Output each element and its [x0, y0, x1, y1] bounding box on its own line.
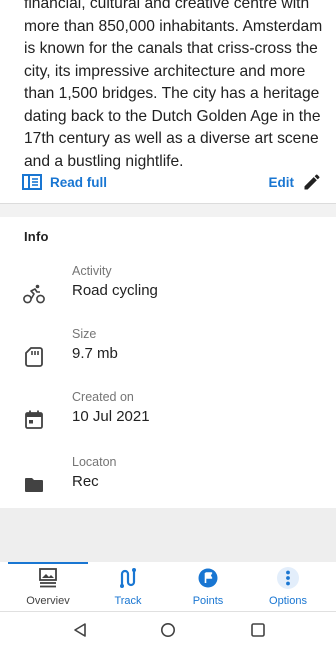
tab-label: Track [114, 595, 142, 607]
folder-icon [25, 478, 43, 492]
info-row-activity: Activity Road cycling [0, 264, 336, 314]
info-value: 10 Jul 2021 [72, 408, 150, 425]
edit-label: Edit [268, 174, 295, 190]
overview-icon [39, 568, 57, 588]
description-line: and a bustling nightlife. [24, 152, 184, 170]
tab-track[interactable]: Track [88, 562, 168, 612]
info-label: Locaton [72, 455, 117, 469]
info-value: Rec [72, 473, 99, 490]
description-line: is known for the canals that criss-cross… [24, 40, 318, 57]
tab-label: Options [269, 595, 307, 607]
description-line: than 1,500 bridges. The city has a herit… [24, 85, 320, 102]
section-divider [0, 203, 336, 217]
more-vert-icon [277, 567, 299, 589]
info-row-created: Created on 10 Jul 2021 [0, 390, 336, 440]
system-navigation-bar [0, 612, 336, 650]
info-row-size: Size 9.7 mb [0, 327, 336, 377]
recents-icon[interactable] [250, 622, 266, 643]
points-icon [198, 568, 218, 588]
tab-options[interactable]: Options [248, 562, 328, 612]
pencil-icon [304, 174, 320, 190]
info-value: Road cycling [72, 282, 158, 299]
tab-points[interactable]: Points [168, 562, 248, 612]
bicycle-icon [23, 284, 45, 304]
description-line: dating back to the Dutch Golden Age in t… [24, 107, 321, 125]
description-text: financial, cultural and creative centre … [24, 0, 324, 173]
description-line: financial, cultural and creative centre … [24, 0, 310, 12]
info-label: Size [72, 327, 97, 341]
edit-button[interactable]: Edit [269, 170, 323, 194]
description-actions: Read full Edit [0, 168, 336, 196]
bottom-navigation: Overviev Track Points Options [0, 562, 336, 612]
sd-card-icon [25, 347, 43, 367]
description-line: more than 850,000 inhabitants. Amsterdam [24, 17, 323, 35]
content-end-spacer [0, 508, 336, 562]
info-value: 9.7 mb [72, 345, 118, 362]
description-line: city, its impressive architecture and mo… [24, 62, 306, 80]
description-line: 17th century as well as a diverse art sc… [24, 130, 319, 147]
info-title: Info [24, 229, 49, 244]
read-full-icon [22, 174, 42, 190]
info-label: Created on [72, 390, 134, 404]
track-icon [120, 568, 136, 588]
info-label: Activity [72, 264, 112, 278]
tab-label: Points [192, 595, 224, 607]
info-row-location: Locaton Rec [0, 455, 336, 505]
back-icon[interactable] [72, 622, 88, 643]
tab-overview[interactable]: Overviev [8, 562, 88, 612]
read-full-label: Read full [50, 174, 108, 190]
tab-label: Overviev [26, 595, 70, 607]
home-icon[interactable] [160, 622, 176, 643]
calendar-icon [25, 410, 43, 429]
read-full-button[interactable]: Read full [22, 172, 107, 192]
